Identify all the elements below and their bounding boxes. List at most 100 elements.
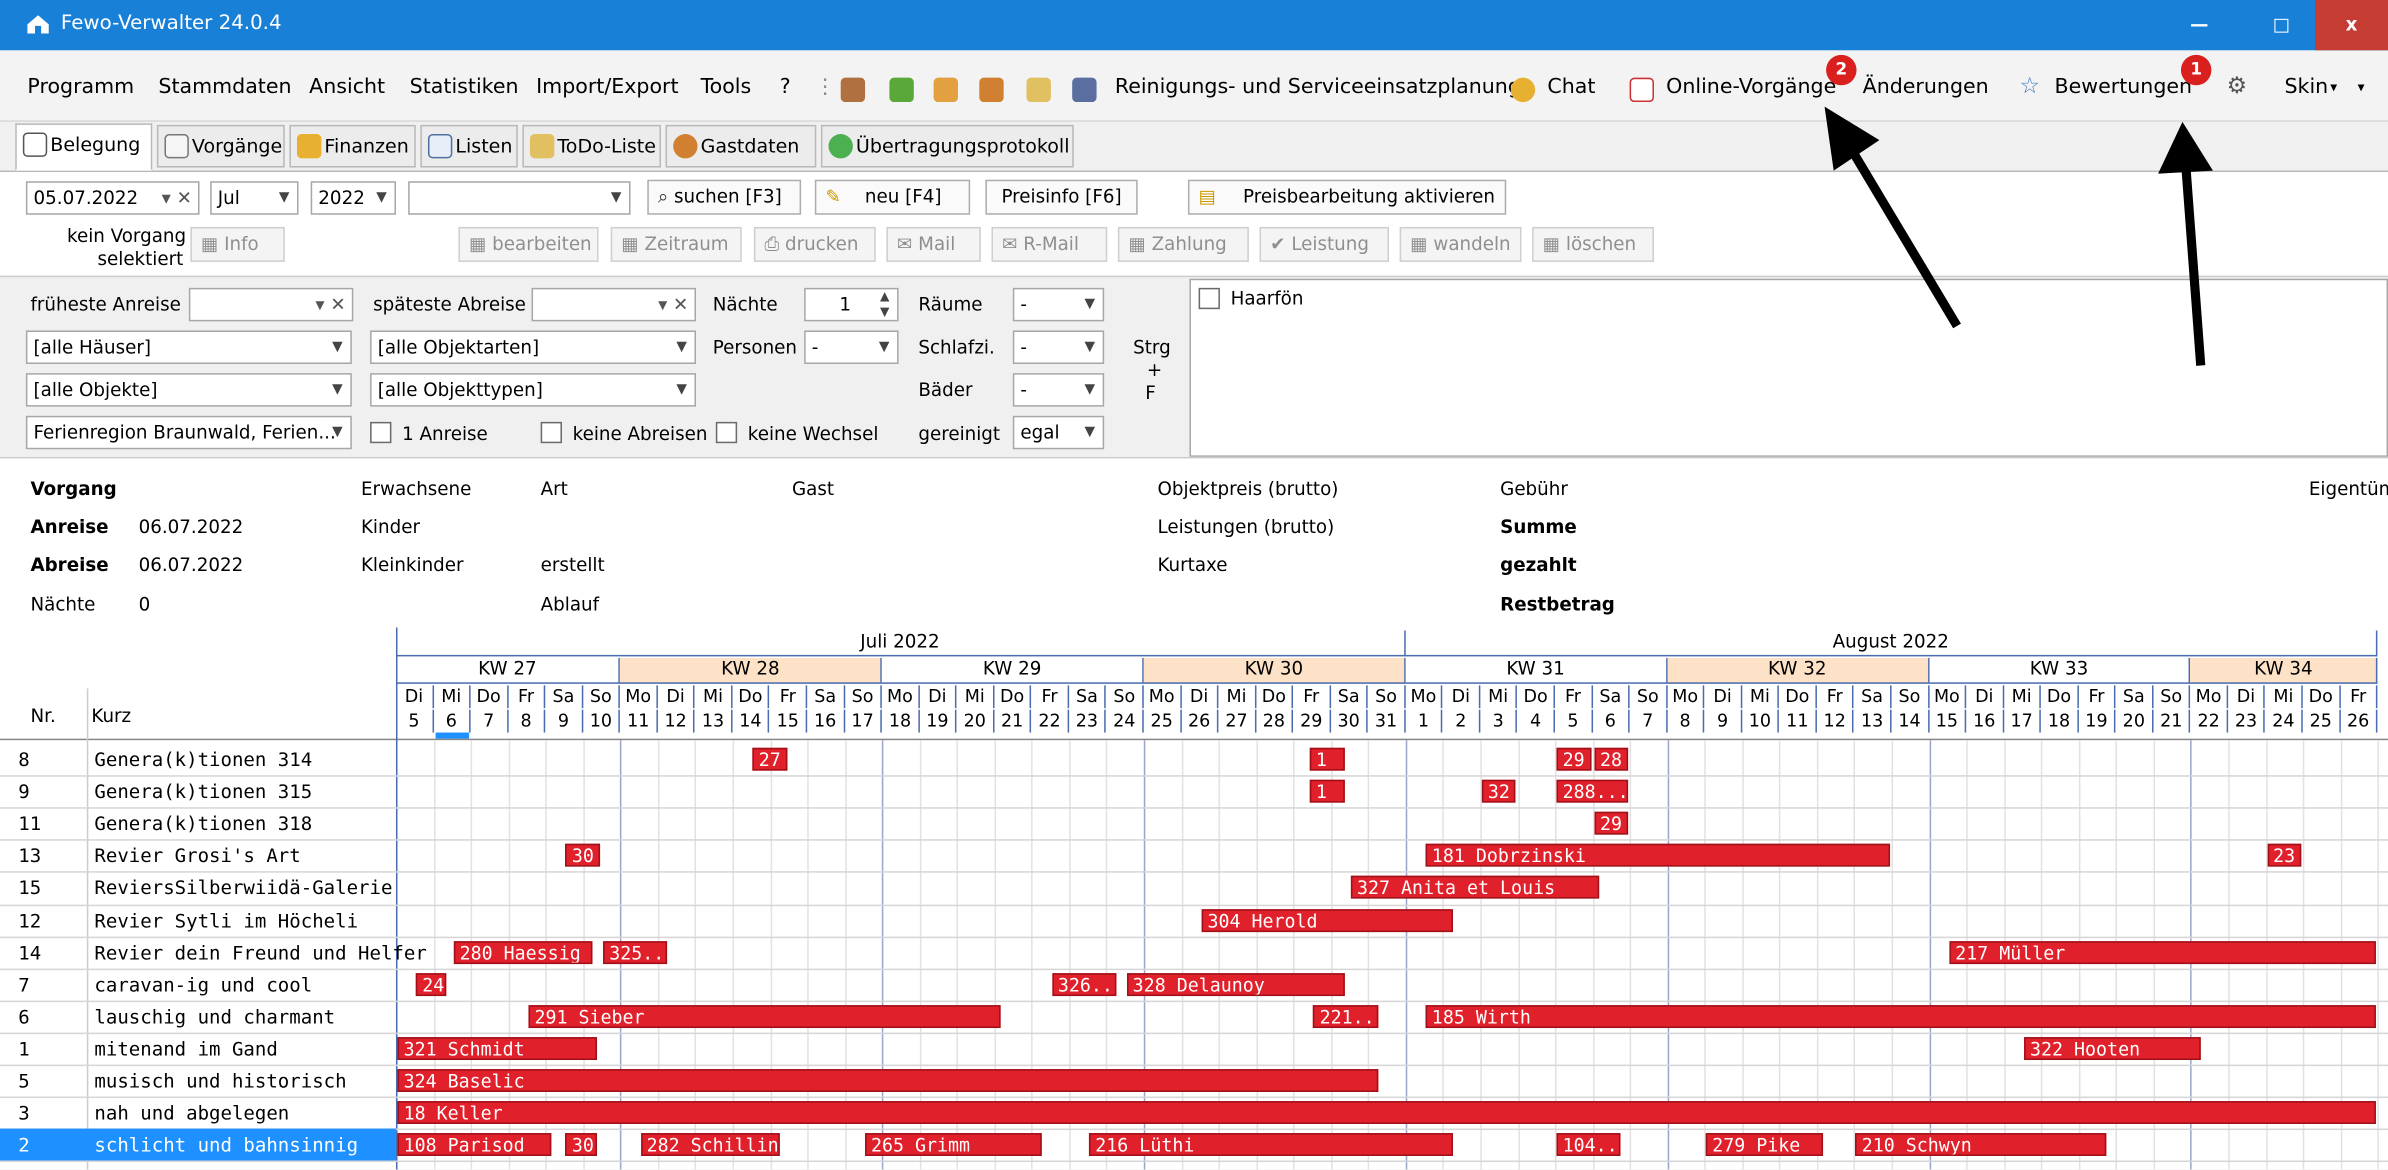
day-number[interactable]: 4 [1518, 709, 1556, 733]
day-number[interactable]: 8 [508, 709, 546, 733]
day-number[interactable]: 11 [1779, 709, 1817, 733]
day-number[interactable]: 29 [1293, 709, 1331, 733]
row-nr[interactable]: 12 [18, 908, 41, 931]
no-departures-checkbox[interactable] [540, 421, 562, 444]
day-number[interactable]: 3 [1480, 709, 1518, 733]
day-number[interactable]: 10 [583, 709, 621, 733]
menu-programm[interactable]: Programm [27, 75, 134, 99]
object-types-select[interactable]: [alle Objekttypen] ▼ [370, 373, 697, 407]
feature-checkbox[interactable] [1198, 287, 1220, 310]
search-button[interactable]: ⌕ suchen [F3] [647, 179, 802, 215]
day-number[interactable]: 12 [1817, 709, 1855, 733]
day-number[interactable]: 12 [658, 709, 696, 733]
day-number[interactable]: 18 [882, 709, 920, 733]
booking-bar[interactable]: 221... [1313, 1004, 1378, 1028]
row-object[interactable]: ReviersSilberwiidä-Galerie [94, 876, 392, 899]
day-number[interactable]: 9 [546, 709, 583, 733]
clear-icon[interactable]: ▾ ✕ [315, 289, 345, 319]
day-number[interactable]: 26 [1181, 709, 1219, 733]
day-number[interactable]: 23 [2228, 709, 2266, 733]
clipboard-icon[interactable] [1026, 77, 1051, 103]
row-object[interactable]: nah und abgelegen [94, 1101, 289, 1124]
booking-bar[interactable]: 29 [1556, 747, 1591, 771]
month-select[interactable]: Jul ▼ [210, 181, 299, 215]
users-icon[interactable] [840, 77, 866, 103]
booking-bar[interactable]: 18 Keller [397, 1101, 2377, 1125]
rmail-button[interactable]: ✉ R-Mail [991, 226, 1108, 262]
day-number[interactable]: 14 [732, 709, 770, 733]
day-number[interactable]: 24 [1106, 709, 1144, 733]
booking-bar[interactable]: 32 [1481, 779, 1517, 803]
booking-bar[interactable]: 279 Pike [1706, 1133, 1823, 1157]
persons-select[interactable]: - ▼ [804, 330, 899, 364]
day-number[interactable]: 22 [1032, 709, 1069, 733]
day-number[interactable]: 20 [2116, 709, 2154, 733]
booking-bar[interactable]: 108 Parisod [397, 1133, 552, 1157]
day-number[interactable]: 5 [1555, 709, 1593, 733]
objects-select[interactable]: [alle Objekte] ▼ [25, 373, 352, 407]
day-number[interactable]: 22 [2191, 709, 2229, 733]
day-number[interactable]: 7 [471, 709, 509, 733]
row-object[interactable]: musisch und historisch [94, 1069, 346, 1092]
menu-help[interactable]: ? [780, 75, 791, 99]
home-icon[interactable] [889, 77, 914, 103]
booking-bar[interactable]: 216 Lüthi [1089, 1133, 1453, 1157]
booking-bar[interactable]: 288... [1556, 779, 1629, 803]
menu-chat[interactable]: Chat [1547, 75, 1595, 99]
day-number[interactable]: 30 [1331, 709, 1369, 733]
row-object[interactable]: caravan-ig und cool [94, 973, 312, 996]
booking-bar[interactable]: 185 Wirth [1425, 1004, 2377, 1028]
day-number[interactable]: 20 [957, 709, 995, 733]
row-nr[interactable]: 6 [18, 1005, 29, 1028]
close-button[interactable]: x [2314, 0, 2388, 51]
day-number[interactable]: 25 [1144, 709, 1182, 733]
booking-bar[interactable]: 1 [1309, 779, 1345, 803]
menu-skin[interactable]: Skin [2285, 75, 2329, 99]
cleaned-select[interactable]: egal ▼ [1012, 415, 1105, 450]
menu-cleaning[interactable]: Reinigungs- und Serviceeinsatzplanung [1115, 75, 1521, 99]
row-nr[interactable]: 14 [18, 941, 41, 964]
tab-todo[interactable]: ToDo-Liste [522, 124, 661, 168]
day-number[interactable]: 31 [1368, 709, 1406, 733]
booking-bar[interactable]: 181 Dobrzinski [1425, 844, 1891, 868]
booking-bar[interactable]: 29 [1593, 812, 1629, 835]
mail-button[interactable]: ✉ Mail [886, 226, 981, 262]
guest-icon[interactable] [979, 77, 1004, 103]
period-button[interactable]: ▦ Zeitraum [610, 226, 742, 262]
booking-bar[interactable]: 280 Haessig [453, 940, 593, 964]
region-select[interactable]: Ferienregion Braunwald, Ferien... ▼ [25, 415, 352, 450]
row-nr[interactable]: 3 [18, 1101, 29, 1124]
year-select[interactable]: 2022 ▼ [310, 181, 396, 215]
day-number[interactable]: 25 [2303, 709, 2341, 733]
menu-aenderungen[interactable]: Änderungen [1863, 75, 1989, 99]
day-number[interactable]: 2 [1443, 709, 1481, 733]
booking-bar[interactable]: 265 Grimm [864, 1133, 1042, 1157]
day-number[interactable]: 5 [396, 709, 434, 733]
nights-stepper[interactable]: 1 ▲ ▼ [804, 287, 899, 322]
menu-import-export[interactable]: Import/Export [536, 75, 678, 99]
day-number[interactable]: 28 [1256, 709, 1294, 733]
menu-stammdaten[interactable]: Stammdaten [158, 75, 291, 99]
rooms-select[interactable]: - ▼ [1012, 287, 1105, 322]
info-button[interactable]: ▦ Info [190, 226, 285, 262]
booking-bar[interactable]: 24 [416, 972, 447, 996]
row-nr[interactable]: 2 [18, 1133, 29, 1156]
object-kinds-select[interactable]: [alle Objektarten] ▼ [370, 330, 697, 364]
booking-bar[interactable]: 325... [603, 940, 668, 964]
menu-overflow-icon[interactable]: ▾ [2358, 81, 2365, 96]
person-icon[interactable] [933, 77, 958, 103]
cleaning-person-icon[interactable] [1072, 77, 1097, 103]
print-button[interactable]: ⎙ drucken [753, 226, 876, 262]
menu-bewertungen[interactable]: Bewertungen [2055, 75, 2193, 99]
day-number[interactable]: 13 [1854, 709, 1892, 733]
booking-bar[interactable]: 327 Anita et Louis [1350, 876, 1599, 900]
booking-bar[interactable]: 30 [565, 1133, 597, 1157]
row-nr[interactable]: 8 [18, 748, 29, 771]
service-button[interactable]: ✔ Leistung [1259, 226, 1389, 262]
day-number[interactable]: 15 [1929, 709, 1967, 733]
day-number[interactable]: 18 [2041, 709, 2079, 733]
row-object[interactable]: mitenand im Gand [94, 1037, 277, 1060]
day-number[interactable]: 9 [1705, 709, 1743, 733]
edit-button[interactable]: ▦ bearbeiten [458, 226, 599, 262]
row-nr[interactable]: 9 [18, 780, 29, 803]
